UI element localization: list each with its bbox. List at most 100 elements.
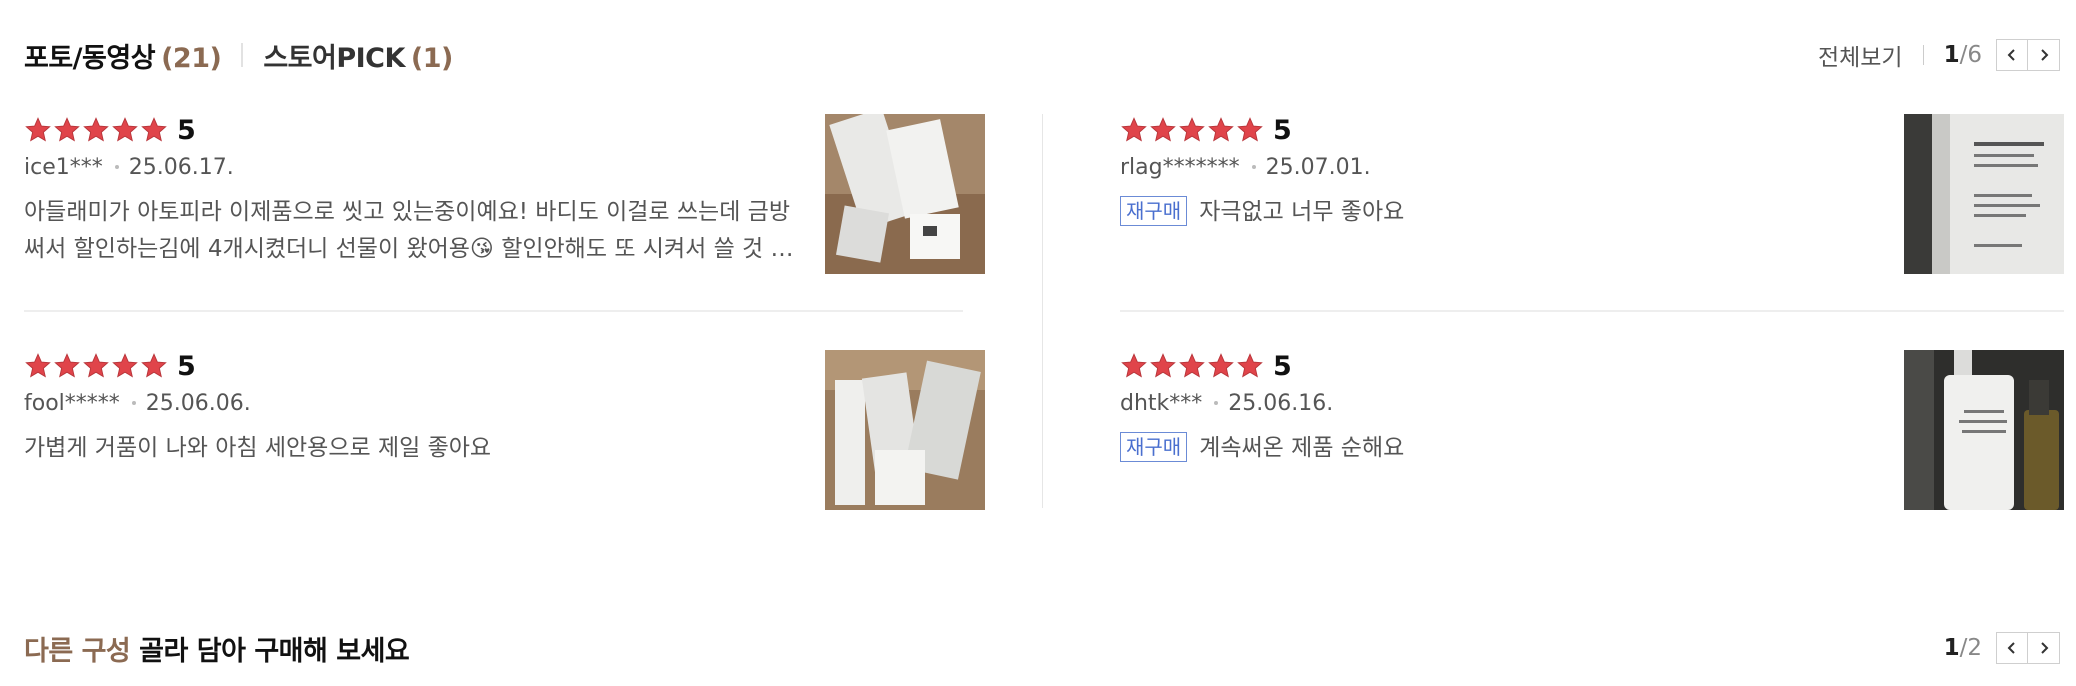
- star-rating: 5: [24, 114, 805, 146]
- tab-store-pick-label: 스토어PICK: [263, 42, 405, 74]
- review-text: 아들래미가 아토피라 이제품으로 씻고 있는중이예요! 바디도 이걸로 쓰는데 …: [24, 199, 792, 262]
- rating-score: 5: [177, 350, 196, 382]
- reviewer-id: dhtk***: [1120, 390, 1203, 416]
- star-rating: 5: [1120, 350, 1884, 382]
- review-meta: 5 dhtk*** 25.06.16. 재구매 계속써온 제품 순해요: [1120, 350, 1884, 467]
- star-rating: 5: [1120, 114, 1884, 146]
- separator-dot: [131, 401, 136, 405]
- star-icon: [25, 353, 51, 378]
- star-icon: [1237, 353, 1263, 378]
- star-icon: [1208, 117, 1234, 142]
- photo-review-header: 포토/동영상 (21) 스토어PICK (1) 전체보기 1/6: [24, 33, 2060, 77]
- chevron-left-icon: [2007, 49, 2015, 61]
- review-divider: [24, 310, 963, 312]
- review-photo-thumbnail[interactable]: [825, 114, 985, 274]
- tab-divider: [241, 43, 244, 67]
- tab-photo-video[interactable]: 포토/동영상 (21): [24, 36, 222, 75]
- separator-dot: [114, 165, 119, 169]
- reviewer-info: fool***** 25.06.06.: [24, 388, 805, 418]
- review-text: 자극없고 너무 좋아요: [1199, 199, 1405, 225]
- review-photo: [825, 350, 985, 510]
- reviewer-info: ice1*** 25.06.17.: [24, 152, 805, 182]
- reviewer-info: dhtk*** 25.06.16.: [1120, 388, 1884, 418]
- reviewer-id: ice1***: [24, 154, 103, 180]
- tab-photo-video-count: (21): [161, 42, 222, 74]
- prev-page-button[interactable]: [1996, 39, 2028, 71]
- review-divider: [1120, 310, 2064, 312]
- star-icon: [1121, 117, 1147, 142]
- review-card[interactable]: 5 ice1*** 25.06.17. 아들래미가 아토피라 이제품으로 씻고 …: [24, 114, 985, 274]
- review-photo-thumbnail[interactable]: [825, 350, 985, 510]
- rating-score: 5: [177, 114, 196, 146]
- star-icon: [83, 117, 109, 142]
- review-card[interactable]: 5 rlag******* 25.07.01. 재구매 자극없고 너무 좋아요: [1120, 114, 2064, 274]
- rating-score: 5: [1273, 350, 1292, 382]
- review-card[interactable]: 5 fool***** 25.06.06. 가볍게 거품이 나와 아침 세안용으…: [24, 350, 985, 510]
- view-all-link[interactable]: 전체보기: [1818, 38, 1903, 72]
- star-icon: [1179, 117, 1205, 142]
- star-rating: 5: [24, 350, 805, 382]
- tab-store-pick[interactable]: 스토어PICK (1): [263, 36, 453, 75]
- star-icon: [1179, 353, 1205, 378]
- star-icon: [25, 117, 51, 142]
- rebuy-badge: 재구매: [1120, 432, 1188, 462]
- review-date: 25.06.17.: [128, 154, 234, 180]
- review-content: 가볍게 거품이 나와 아침 세안용으로 제일 좋아요: [24, 430, 805, 467]
- review-date: 25.07.01.: [1265, 154, 1371, 180]
- page-total: /6: [1959, 42, 1982, 68]
- next-page-button[interactable]: [2028, 632, 2060, 664]
- review-header-controls: 전체보기 1/6: [1818, 38, 2060, 72]
- bundle-title: 다른 구성 골라 담아 구매해 보세요: [24, 629, 410, 668]
- separator-dot: [1251, 165, 1256, 169]
- chevron-right-icon: [2040, 642, 2048, 654]
- star-icon: [54, 117, 80, 142]
- bundle-section-header: 다른 구성 골라 담아 구매해 보세요 1/2: [24, 626, 2060, 670]
- review-photo: [1904, 114, 2064, 274]
- divider: [1922, 45, 1924, 65]
- rating-score: 5: [1273, 114, 1292, 146]
- chevron-right-icon: [2040, 49, 2048, 61]
- bundle-title-accent: 다른 구성: [24, 635, 131, 667]
- page-current: 1: [1943, 635, 1960, 661]
- star-icon: [1208, 353, 1234, 378]
- review-meta: 5 ice1*** 25.06.17. 아들래미가 아토피라 이제품으로 씻고 …: [24, 114, 805, 268]
- review-photo-thumbnail[interactable]: [1904, 350, 2064, 510]
- next-page-button[interactable]: [2028, 39, 2060, 71]
- review-content: 재구매 계속써온 제품 순해요: [1120, 430, 1884, 467]
- review-photo: [825, 114, 985, 274]
- tab-photo-video-label: 포토/동영상: [24, 42, 156, 74]
- star-icon: [141, 117, 167, 142]
- prev-page-button[interactable]: [1996, 632, 2028, 664]
- star-icon: [1237, 117, 1263, 142]
- star-icon: [141, 353, 167, 378]
- review-tabs: 포토/동영상 (21) 스토어PICK (1): [24, 36, 453, 75]
- column-divider: [1042, 114, 1043, 508]
- reviewer-id: fool*****: [24, 390, 120, 416]
- page-current: 1: [1943, 42, 1960, 68]
- review-text: 계속써온 제품 순해요: [1199, 435, 1405, 461]
- star-icon: [54, 353, 80, 378]
- star-icon: [1121, 353, 1147, 378]
- review-meta: 5 rlag******* 25.07.01. 재구매 자극없고 너무 좋아요: [1120, 114, 1884, 231]
- reviewer-id: rlag*******: [1120, 154, 1240, 180]
- review-photo: [1904, 350, 2064, 510]
- review-date: 25.06.06.: [145, 390, 251, 416]
- review-text: 가볍게 거품이 나와 아침 세안용으로 제일 좋아요: [24, 435, 492, 461]
- review-meta: 5 fool***** 25.06.06. 가볍게 거품이 나와 아침 세안용으…: [24, 350, 805, 467]
- separator-dot: [1214, 401, 1219, 405]
- star-icon: [112, 117, 138, 142]
- review-card[interactable]: 5 dhtk*** 25.06.16. 재구매 계속써온 제품 순해요: [1120, 350, 2064, 510]
- rebuy-badge: 재구매: [1120, 196, 1188, 226]
- bundle-pager: 1/2: [1944, 635, 1982, 661]
- review-photo-thumbnail[interactable]: [1904, 114, 2064, 274]
- star-icon: [83, 353, 109, 378]
- page-total: /2: [1959, 635, 1982, 661]
- bundle-title-rest: 골라 담아 구매해 보세요: [130, 635, 410, 667]
- reviewer-info: rlag******* 25.07.01.: [1120, 152, 1884, 182]
- review-date: 25.06.16.: [1228, 390, 1334, 416]
- review-content: 재구매 자극없고 너무 좋아요: [1120, 194, 1884, 231]
- tab-store-pick-count: (1): [410, 42, 453, 74]
- star-icon: [1150, 117, 1176, 142]
- review-pager: 1/6: [1944, 42, 1982, 68]
- star-icon: [112, 353, 138, 378]
